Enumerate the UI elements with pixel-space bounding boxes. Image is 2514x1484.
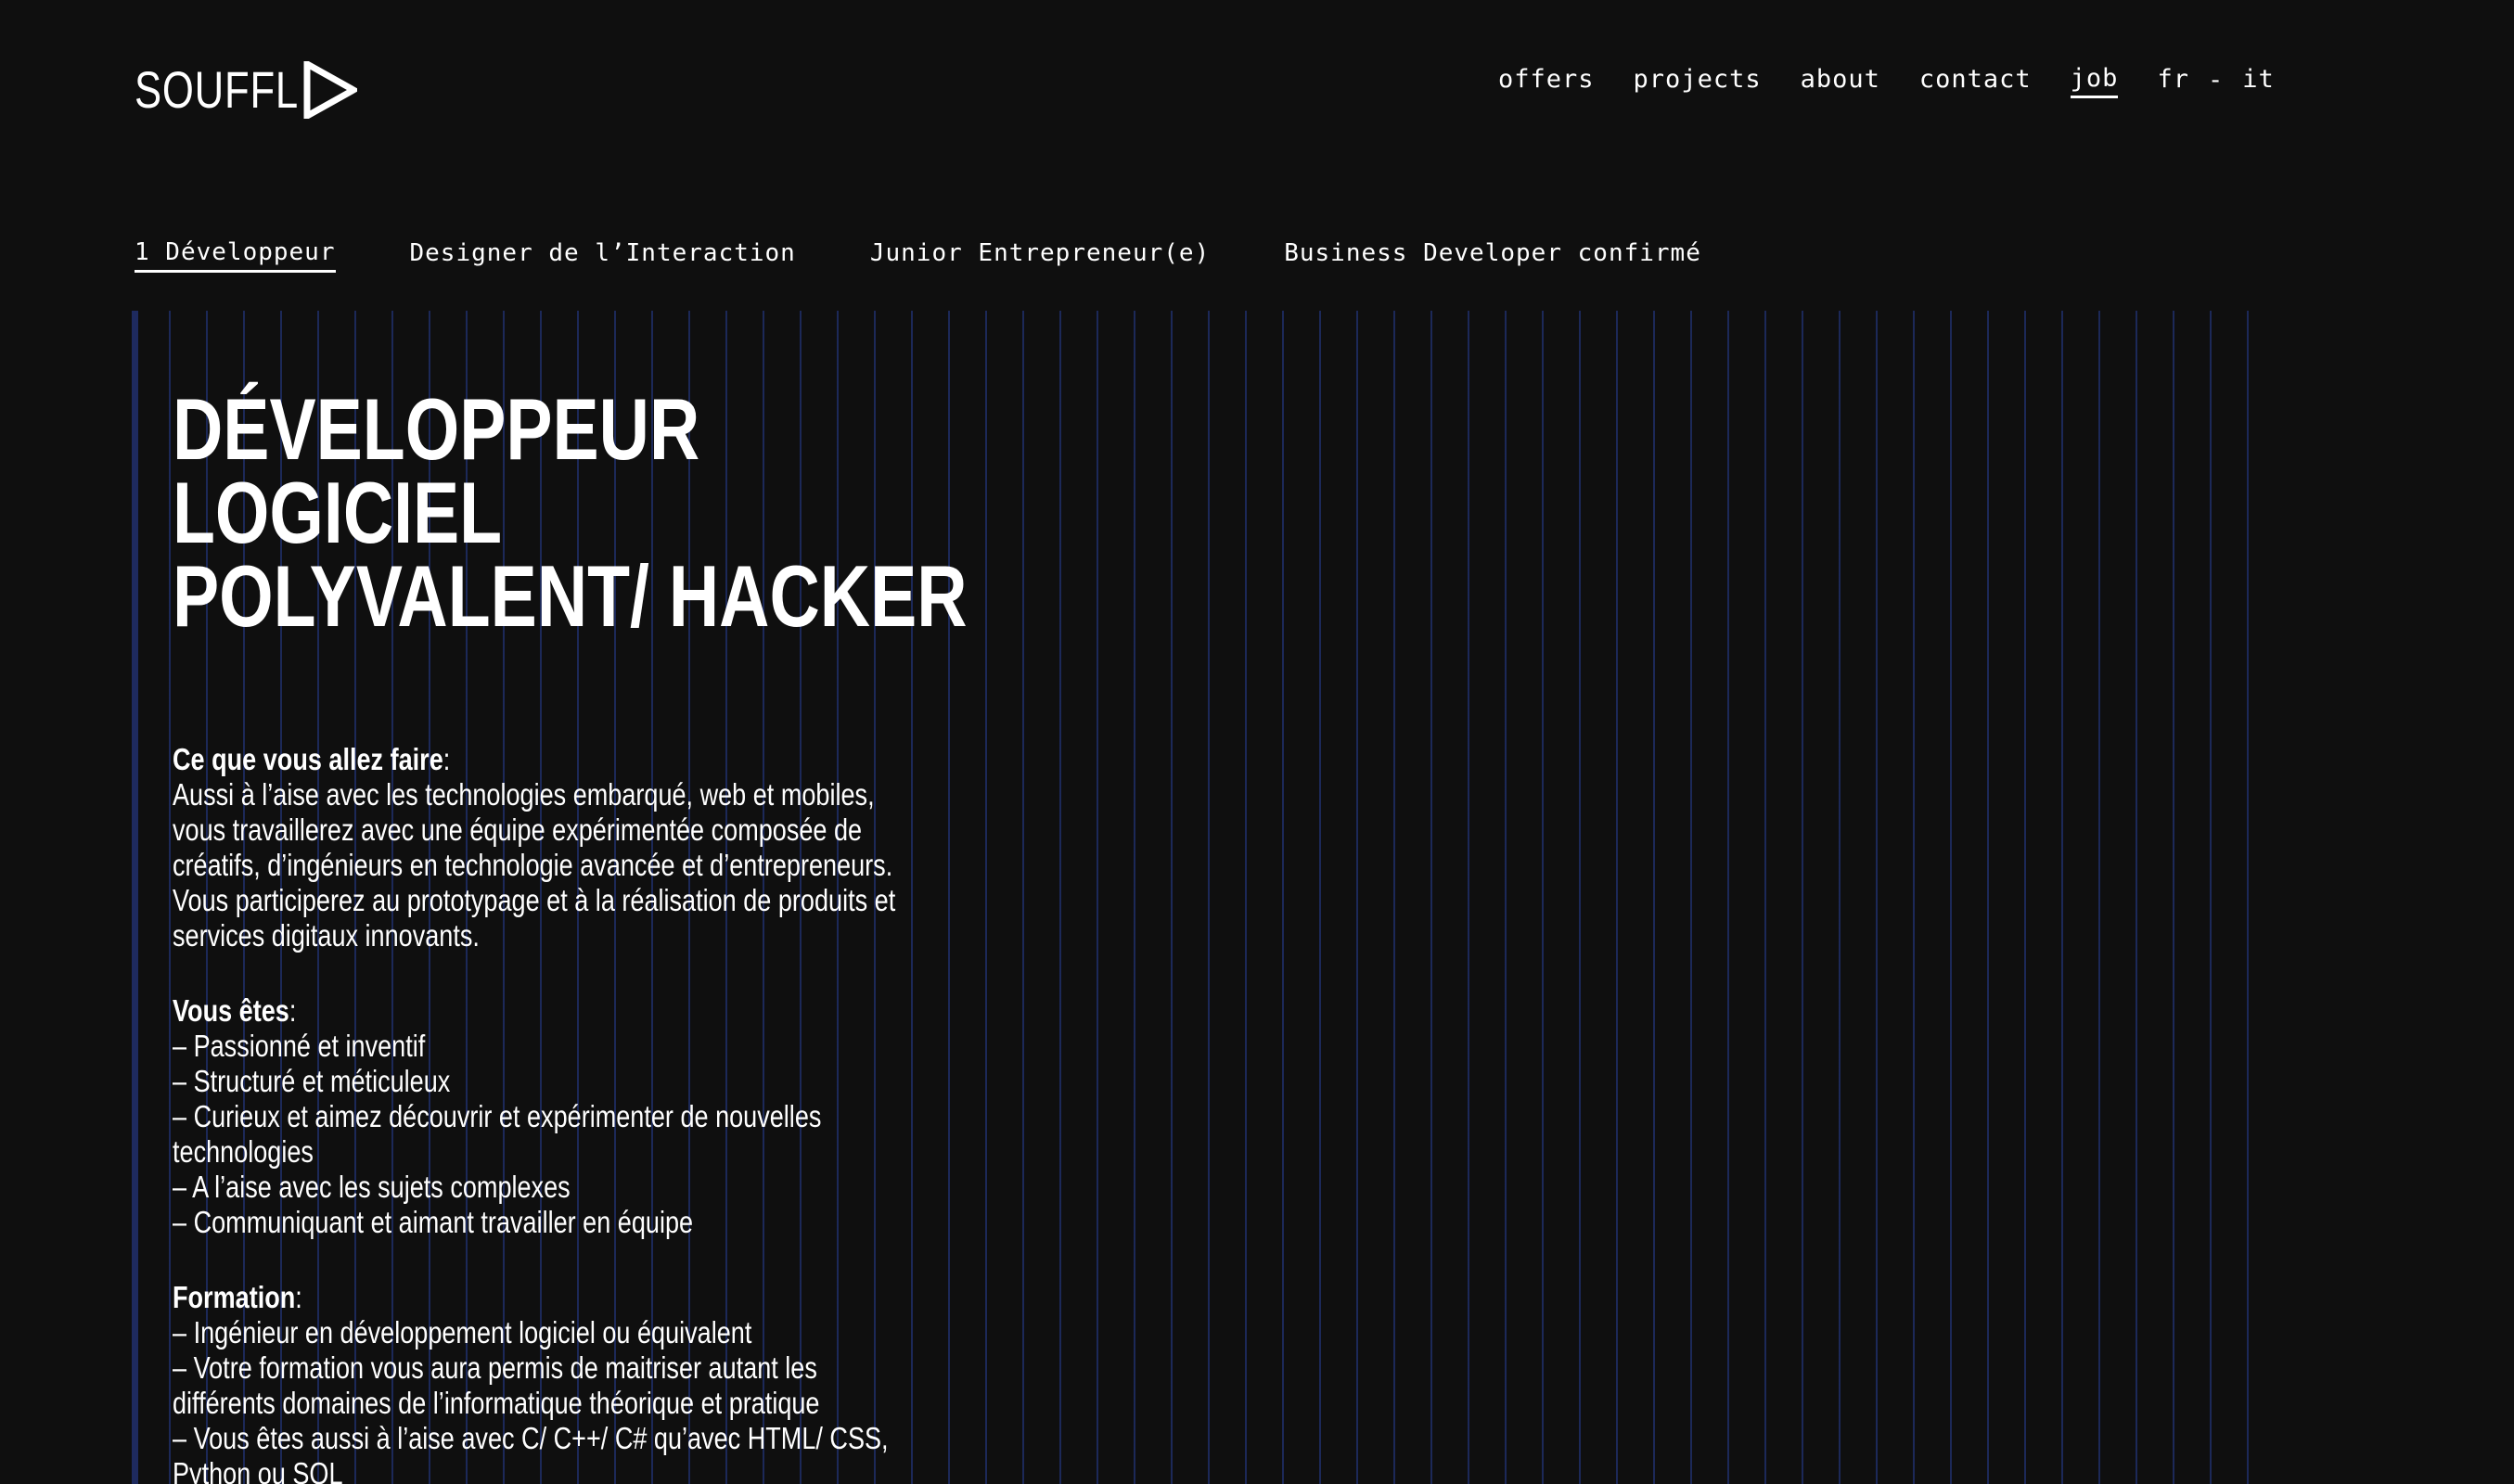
tab-developpeur[interactable]: 1 Développeur bbox=[135, 235, 336, 273]
tab-designer-interaction[interactable]: Designer de l’Interaction bbox=[410, 236, 796, 271]
section-line: technologies bbox=[173, 1134, 314, 1169]
section-line: différents domaines de l’informatique th… bbox=[173, 1386, 820, 1420]
nav-contact[interactable]: contact bbox=[1919, 61, 2032, 98]
nav-job[interactable]: job bbox=[2070, 62, 2119, 98]
lang-it[interactable]: it bbox=[2242, 61, 2275, 98]
section-line: – Curieux et aimez découvrir et expérime… bbox=[173, 1099, 822, 1133]
section-heading: Vous êtes: bbox=[173, 993, 297, 1028]
section-line: Python ou SQL bbox=[173, 1456, 343, 1484]
section-heading: Ce que vous allez faire: bbox=[173, 742, 451, 776]
section-line: Aussi à l’aise avec les technologies emb… bbox=[173, 777, 875, 812]
tab-junior-entrepreneur[interactable]: Junior Entrepreneur(e) bbox=[870, 236, 1210, 271]
section-line: – Passionné et inventif bbox=[173, 1029, 426, 1063]
nav-projects[interactable]: projects bbox=[1634, 61, 1762, 98]
section-line: – Ingénieur en développement logiciel ou… bbox=[173, 1315, 752, 1350]
job-title-line: LOGICIEL bbox=[173, 464, 503, 561]
section-line: Vous participerez au prototypage et à la… bbox=[173, 883, 896, 917]
grid-left-edge bbox=[132, 311, 138, 1484]
job-title: DÉVELOPPEUR LOGICIEL POLYVALENT/ HACKER bbox=[173, 380, 989, 645]
job-title-line: POLYVALENT/ HACKER bbox=[173, 547, 968, 645]
language-switcher: fr - it bbox=[2157, 61, 2274, 98]
lang-separator: - bbox=[2207, 65, 2225, 95]
section-line: services digitaux innovants. bbox=[173, 918, 480, 953]
section-line: créatifs, d’ingénieurs en technologie av… bbox=[173, 848, 893, 882]
job-tabs: 1 Développeur Designer de l’Interaction … bbox=[135, 234, 1776, 273]
section-profile: Vous êtes: – Passionné et inventif – Str… bbox=[173, 993, 956, 1240]
section-missions: Ce que vous allez faire: Aussi à l’aise … bbox=[173, 742, 956, 953]
play-triangle-icon bbox=[303, 61, 357, 119]
section-line: – Communiquant et aimant travailler en é… bbox=[173, 1205, 694, 1239]
section-formation: Formation: – Ingénieur en développement … bbox=[173, 1280, 956, 1484]
section-line: – Vous êtes aussi à l’aise avec C/ C++/ … bbox=[173, 1421, 889, 1455]
section-heading: Formation: bbox=[173, 1280, 302, 1314]
nav-offers[interactable]: offers bbox=[1498, 61, 1595, 98]
page: SOUFFL offers projects about contact job… bbox=[0, 0, 2514, 1484]
job-title-line: DÉVELOPPEUR bbox=[173, 380, 700, 478]
section-line: – Votre formation vous aura permis de ma… bbox=[173, 1350, 817, 1385]
nav-about[interactable]: about bbox=[1801, 61, 1880, 98]
lang-fr[interactable]: fr bbox=[2157, 61, 2189, 98]
main-nav: offers projects about contact job fr - i… bbox=[1498, 61, 2275, 98]
section-line: – Structuré et méticuleux bbox=[173, 1064, 451, 1098]
section-line: vous travaillerez avec une équipe expéri… bbox=[173, 812, 863, 847]
logo-text: SOUFFL bbox=[135, 60, 299, 119]
job-description: DÉVELOPPEUR LOGICIEL POLYVALENT/ HACKER … bbox=[173, 380, 989, 1484]
job-sections: Ce que vous allez faire: Aussi à l’aise … bbox=[173, 742, 956, 1484]
logo-link[interactable]: SOUFFL bbox=[135, 61, 357, 119]
tab-business-developer[interactable]: Business Developer confirmé bbox=[1284, 236, 1701, 271]
section-line: – A l’aise avec les sujets complexes bbox=[173, 1170, 571, 1204]
